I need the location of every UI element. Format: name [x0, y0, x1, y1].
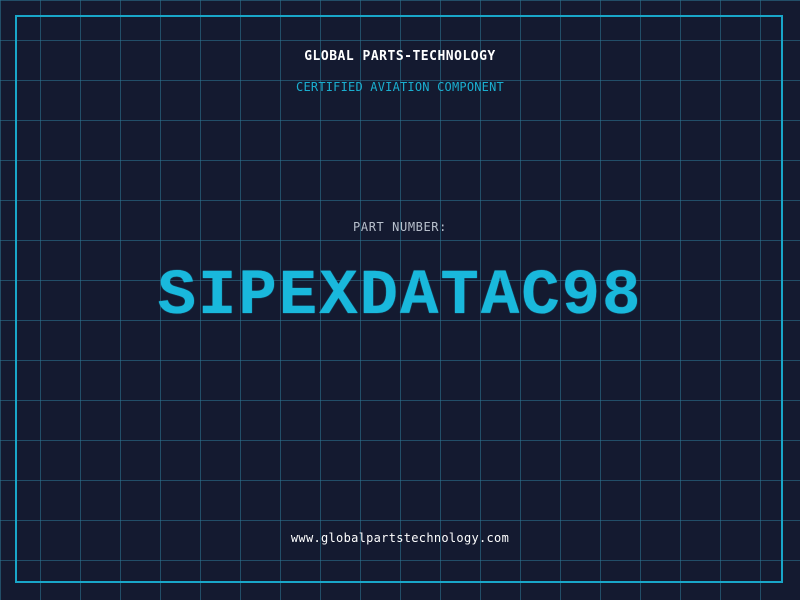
part-number-label: PART NUMBER: — [353, 220, 447, 234]
part-label-card: GLOBAL PARTS-TECHNOLOGY CERTIFIED AVIATI… — [0, 0, 800, 600]
part-number-value: SIPEXDATAC98 — [157, 261, 643, 333]
certification-subtitle: CERTIFIED AVIATION COMPONENT — [296, 80, 504, 94]
website-url: www.globalpartstechnology.com — [290, 531, 510, 545]
company-name: GLOBAL PARTS-TECHNOLOGY — [304, 49, 496, 64]
